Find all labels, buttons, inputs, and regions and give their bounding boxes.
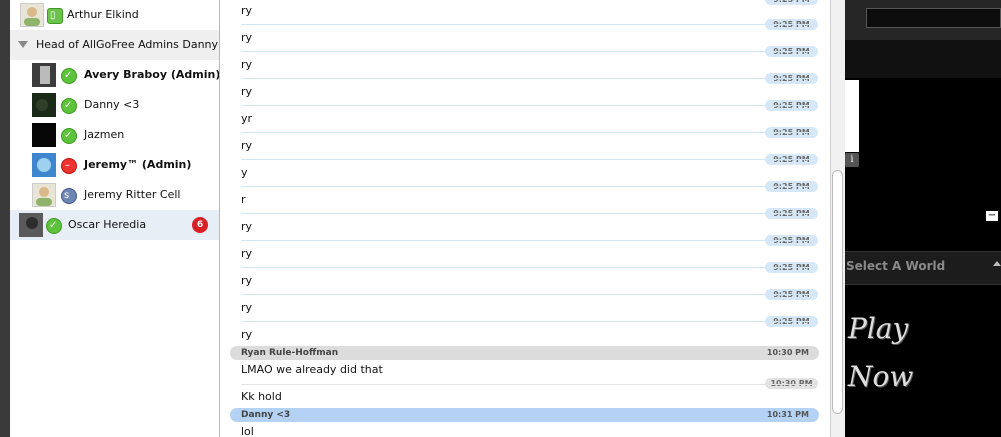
message-text: ry: [241, 31, 253, 44]
play-label: Play: [848, 312, 909, 345]
contact-name: Jazmen: [84, 128, 125, 141]
message-text: ry: [241, 220, 253, 233]
game-text-field[interactable]: [866, 8, 1001, 28]
sender-header: Ryan Rule-Hoffman 10:30 PM: [230, 346, 819, 360]
message-text: ry: [241, 328, 253, 341]
online-status-icon: ✓: [61, 68, 77, 84]
message-divider: [241, 294, 818, 295]
chat-scrollbar[interactable]: [830, 0, 845, 437]
skype-icon: s: [61, 188, 77, 204]
unread-badge: 6: [192, 217, 208, 233]
group-header[interactable]: Head of AllGoFree Admins Danny: [10, 30, 219, 60]
scrollbar-thumb[interactable]: [832, 170, 843, 414]
contact-list[interactable]: ▯ Arthur Elkind Head of AllGoFree Admins…: [10, 0, 220, 437]
photo-avatar: [19, 213, 43, 237]
game-strip: [845, 40, 1001, 78]
contact-name: Danny <3: [84, 98, 140, 111]
contact-name: Oscar Heredia: [68, 218, 147, 231]
photo-avatar: [32, 93, 56, 117]
busy-status-icon: –: [61, 158, 77, 174]
message-text: ry: [241, 4, 253, 17]
person-avatar: [20, 3, 44, 27]
message-text: ry: [241, 301, 253, 314]
chevron-down-icon[interactable]: [18, 41, 28, 48]
window-edge: [0, 0, 10, 437]
message-text: ry: [241, 58, 253, 71]
game-toolbar: [845, 0, 1001, 40]
group-label: Head of AllGoFree Admins Danny: [36, 38, 219, 51]
chat-transcript[interactable]: 9:25 PMry9:25 PMry9:25 PMry9:25 PMry9:25…: [220, 0, 830, 437]
contact-row[interactable]: ✓ Oscar Heredia 6: [10, 210, 219, 240]
message-text: ry: [241, 274, 253, 287]
contact-row[interactable]: ✓ Avery Braboy (Admin): [10, 60, 219, 90]
message-divider: [241, 51, 818, 52]
timestamp-pill: 9:25 PM: [765, 0, 818, 5]
contact-row[interactable]: ✓ Danny <3: [10, 90, 219, 120]
contact-name: Arthur Elkind: [67, 8, 139, 21]
contact-row[interactable]: – Jeremy™ (Admin): [10, 150, 219, 180]
message-divider: [241, 132, 818, 133]
message-text: y: [241, 166, 248, 179]
photo-avatar: [32, 123, 56, 147]
message-divider: [241, 159, 818, 160]
play-now-button[interactable]: Play Now: [848, 305, 913, 401]
message-text: ry: [241, 247, 253, 260]
contact-name: Avery Braboy (Admin): [84, 68, 220, 81]
sender-time: 10:31 PM: [766, 410, 809, 419]
message-text: ry: [241, 139, 253, 152]
contact-name: Jeremy™ (Admin): [84, 158, 192, 171]
world-selector[interactable]: Select A World: [845, 251, 1001, 285]
message-text: yr: [241, 112, 253, 125]
person-avatar: [32, 183, 56, 207]
message-text: lol: [241, 425, 254, 437]
sender-name: Ryan Rule-Hoffman: [241, 348, 339, 358]
mobile-icon: ▯: [47, 8, 63, 24]
contact-row[interactable]: ▯ Arthur Elkind: [10, 0, 219, 30]
message-divider: [241, 213, 818, 214]
contact-name: Jeremy Ritter Cell: [84, 188, 181, 201]
chevron-up-icon[interactable]: [993, 261, 1001, 266]
message-text: ry: [241, 85, 253, 98]
world-selector-label: Select A World: [846, 259, 946, 273]
sender-header: Danny <3 10:31 PM: [230, 408, 819, 422]
sender-time: 10:30 PM: [766, 348, 809, 357]
message-divider: [241, 186, 818, 187]
message-divider: [241, 24, 818, 25]
contact-row[interactable]: s Jeremy Ritter Cell: [10, 180, 219, 210]
sender-name: Danny <3: [241, 410, 291, 420]
photo-avatar: [32, 153, 56, 177]
contact-row[interactable]: ✓ Jazmen: [10, 120, 219, 150]
message-divider: [241, 321, 818, 322]
minimize-icon[interactable]: −: [986, 211, 998, 221]
message-text: LMAO we already did that: [241, 363, 383, 376]
message-text: r: [241, 193, 246, 206]
message-divider: [241, 240, 818, 241]
now-label: Now: [848, 360, 914, 393]
online-status-icon: ✓: [61, 98, 77, 114]
online-status-icon: ✓: [61, 128, 77, 144]
online-status-icon: ✓: [46, 218, 62, 234]
game-panel: i − Select A World Play Now: [845, 0, 1001, 437]
white-panel: [845, 80, 859, 152]
info-icon[interactable]: i: [845, 153, 859, 167]
message-divider: [241, 105, 818, 106]
message-divider: [241, 267, 818, 268]
message-divider: [241, 78, 818, 79]
photo-avatar: [32, 63, 56, 87]
message-text: Kk hold: [241, 390, 282, 403]
message-divider: [241, 384, 818, 385]
